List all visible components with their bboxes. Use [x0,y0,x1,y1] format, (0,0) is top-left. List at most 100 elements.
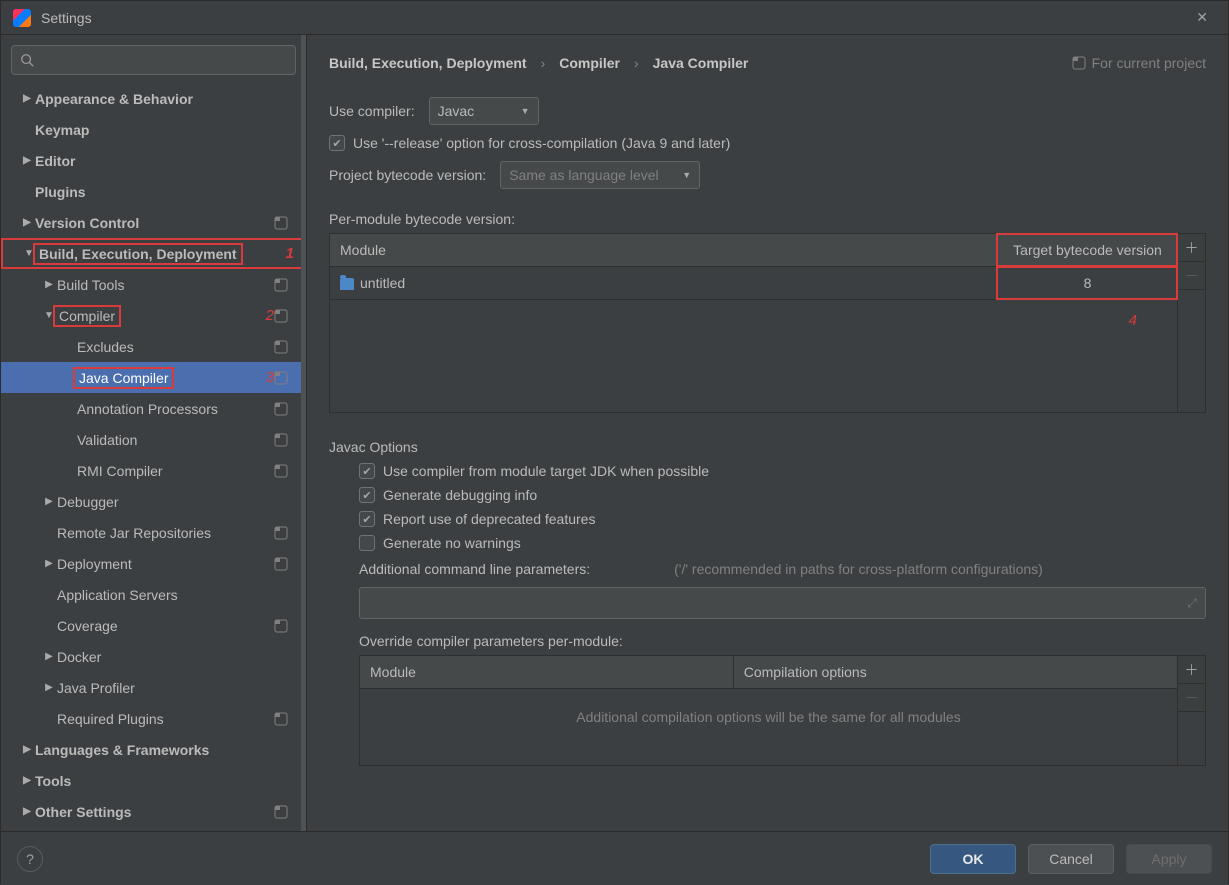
sidebar-item-other-settings[interactable]: ▶Other Settings [1,796,306,827]
addl-params-label: Additional command line parameters: [359,561,590,577]
sidebar-item-remote-jar-repositories[interactable]: Remote Jar Repositories [1,517,306,548]
scope-hint: For current project [1072,55,1206,71]
chevron-right-icon: ▶ [41,279,57,290]
chevron-down-icon: ▼ [682,170,691,180]
javac-cb-deprecated[interactable]: Report use of deprecated features [359,511,1206,527]
addl-params-hint: ('/' recommended in paths for cross-plat… [674,561,1043,577]
crumb-compiler[interactable]: Compiler [559,55,620,71]
override-label: Override compiler parameters per-module: [359,633,1206,649]
crumb-java-compiler: Java Compiler [653,55,749,71]
sidebar-item-label: Annotation Processors [77,401,274,417]
javac-cb-debug-info[interactable]: Generate debugging info [359,487,1206,503]
checkbox-icon [359,463,375,479]
sidebar-item-label: Tools [35,773,296,789]
sidebar-item-application-servers[interactable]: Application Servers [1,579,306,610]
col-target[interactable]: Target bytecode version [997,234,1177,266]
sidebar-item-label: RMI Compiler [77,463,274,479]
project-scope-icon [274,309,288,323]
override-placeholder: Additional compilation options will be t… [360,689,1177,765]
project-scope-icon [274,216,288,230]
sidebar-item-plugins[interactable]: Plugins [1,176,306,207]
sidebar-item-tools[interactable]: ▶Tools [1,765,306,796]
settings-tree: ▶Appearance & BehaviorKeymap▶EditorPlugi… [1,83,306,831]
cell-module: untitled [330,267,997,299]
sidebar-item-coverage[interactable]: Coverage [1,610,306,641]
compiler-select[interactable]: Javac ▼ [429,97,539,125]
crumb-build[interactable]: Build, Execution, Deployment [329,55,527,71]
project-bytecode-value: Same as language level [509,167,658,183]
project-scope-icon [274,464,288,478]
chevron-right-icon: ▶ [41,682,57,693]
sidebar-item-excludes[interactable]: Excludes [1,331,306,362]
search-field[interactable] [42,52,287,68]
chevron-right-icon: ▶ [19,775,35,786]
ok-button[interactable]: OK [930,844,1016,874]
sidebar-item-label: Debugger [57,494,296,510]
javac-cb-no-warnings[interactable]: Generate no warnings [359,535,1206,551]
release-option-checkbox[interactable]: Use '--release' option for cross-compila… [329,135,1206,151]
close-icon[interactable]: ✕ [1188,5,1216,30]
sidebar-item-label: Version Control [35,215,274,231]
annotation-3: 3 [266,369,274,386]
checkbox-icon [329,135,345,151]
col-compilation-options[interactable]: Compilation options [733,656,1177,688]
sidebar-item-label: Compiler [57,305,256,327]
sidebar-item-rmi-compiler[interactable]: RMI Compiler [1,455,306,486]
sidebar-item-build-execution-deployment[interactable]: ▼Build, Execution, Deployment1 [1,238,306,269]
add-row-button[interactable]: ＋ [1178,656,1205,684]
sidebar-item-label: Editor [35,153,296,169]
addl-params-input[interactable]: ⤢ [359,587,1206,619]
expand-icon[interactable]: ⤢ [1187,596,1197,611]
chevron-down-icon: ▼ [521,106,530,116]
project-bytecode-select[interactable]: Same as language level ▼ [500,161,700,189]
chevron-right-icon: ▶ [19,155,35,166]
sidebar-item-label: Plugins [35,184,296,200]
sidebar-item-editor[interactable]: ▶Editor [1,145,306,176]
sidebar-item-debugger[interactable]: ▶Debugger [1,486,306,517]
javac-options-header: Javac Options [329,439,1206,455]
project-scope-icon [274,805,288,819]
titlebar: Settings ✕ [1,1,1228,35]
annotation-1: 1 [286,245,294,262]
javac-cb-target-jdk[interactable]: Use compiler from module target JDK when… [359,463,1206,479]
compiler-value: Javac [438,103,475,119]
remove-row-button: － [1178,262,1205,290]
sidebar-item-compiler[interactable]: ▼Compiler2 [1,300,306,331]
sidebar-item-validation[interactable]: Validation [1,424,306,455]
sidebar-item-keymap[interactable]: Keymap [1,114,306,145]
sidebar-item-label: Remote Jar Repositories [57,525,274,541]
chevron-right-icon: ▶ [41,558,57,569]
search-input[interactable] [11,45,296,75]
sidebar-item-required-plugins[interactable]: Required Plugins [1,703,306,734]
sidebar-item-java-compiler[interactable]: Java Compiler3 [1,362,306,393]
chevron-right-icon: ▶ [19,744,35,755]
sidebar-item-label: Other Settings [35,804,274,820]
project-scope-icon [274,712,288,726]
sidebar-item-java-profiler[interactable]: ▶Java Profiler [1,672,306,703]
annotation-2: 2 [266,307,274,324]
add-row-button[interactable]: ＋ [1178,234,1205,262]
sidebar-item-version-control[interactable]: ▶Version Control [1,207,306,238]
per-module-label: Per-module bytecode version: [329,211,1206,227]
sidebar-item-label: Build, Execution, Deployment [37,243,276,265]
sidebar-item-languages-frameworks[interactable]: ▶Languages & Frameworks [1,734,306,765]
remove-row-button: － [1178,684,1205,712]
use-compiler-label: Use compiler: [329,103,415,119]
sidebar-item-annotation-processors[interactable]: Annotation Processors [1,393,306,424]
sidebar-item-label: Validation [77,432,274,448]
table-row[interactable]: untitled 8 [330,267,1177,300]
window-title: Settings [41,10,92,26]
sidebar-item-build-tools[interactable]: ▶Build Tools [1,269,306,300]
col-module[interactable]: Module [360,656,733,688]
chevron-right-icon: › [541,55,546,71]
cancel-button[interactable]: Cancel [1028,844,1114,874]
sidebar-item-docker[interactable]: ▶Docker [1,641,306,672]
apply-button: Apply [1126,844,1212,874]
sidebar-item-appearance-behavior[interactable]: ▶Appearance & Behavior [1,83,306,114]
sidebar-item-label: Languages & Frameworks [35,742,296,758]
checkbox-icon [359,535,375,551]
col-module[interactable]: Module [330,234,997,266]
cell-target[interactable]: 8 [997,267,1177,299]
help-button[interactable]: ? [17,846,43,872]
sidebar-item-deployment[interactable]: ▶Deployment [1,548,306,579]
